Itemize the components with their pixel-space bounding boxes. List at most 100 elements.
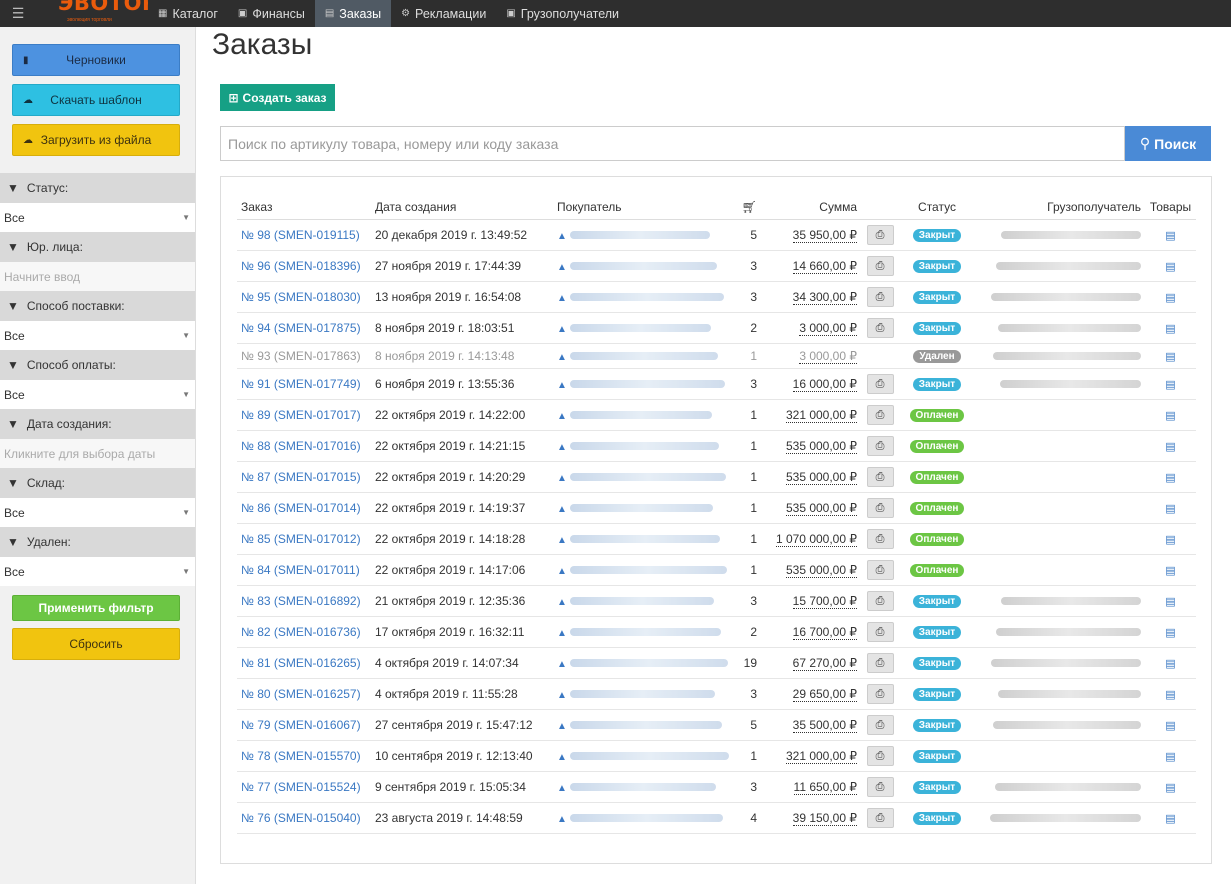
list-icon[interactable]: ▤ xyxy=(1165,230,1175,242)
nav-consignees[interactable]: ▣ Грузополучатели xyxy=(496,0,629,27)
print-button[interactable]: ⎙ xyxy=(866,317,894,338)
reset-filter-button[interactable]: Сбросить xyxy=(12,628,180,660)
list-icon[interactable]: ▤ xyxy=(1165,565,1175,577)
order-sum[interactable]: 14 660,00 ₽ xyxy=(792,258,857,274)
order-sum[interactable]: 321 000,00 ₽ xyxy=(785,748,857,764)
order-link[interactable]: № 83 (SMEN-016892) xyxy=(241,594,361,608)
order-sum[interactable]: 1 070 000,00 ₽ xyxy=(775,531,857,547)
col-order[interactable]: Заказ xyxy=(237,195,371,220)
print-button[interactable]: ⎙ xyxy=(866,528,894,549)
apply-filter-button[interactable]: Применить фильтр xyxy=(12,595,180,621)
list-icon[interactable]: ▤ xyxy=(1165,323,1175,335)
print-button[interactable]: ⎙ xyxy=(866,224,894,245)
order-sum[interactable]: 535 000,00 ₽ xyxy=(785,500,857,516)
print-button[interactable]: ⎙ xyxy=(866,621,894,642)
order-link[interactable]: № 89 (SMEN-017017) xyxy=(241,408,361,422)
list-icon[interactable]: ▤ xyxy=(1165,441,1175,453)
order-link[interactable]: № 78 (SMEN-015570) xyxy=(241,749,361,763)
order-link[interactable]: № 82 (SMEN-016736) xyxy=(241,625,361,639)
order-sum[interactable]: 34 300,00 ₽ xyxy=(792,289,857,305)
list-icon[interactable]: ▤ xyxy=(1165,472,1175,484)
order-link[interactable]: № 81 (SMEN-016265) xyxy=(241,656,361,670)
order-sum[interactable]: 11 650,00 ₽ xyxy=(793,779,857,795)
list-icon[interactable]: ▤ xyxy=(1165,689,1175,701)
print-button[interactable]: ⎙ xyxy=(866,807,894,828)
print-button[interactable]: ⎙ xyxy=(866,466,894,487)
nav-catalog[interactable]: ▦ Каталог xyxy=(148,0,228,27)
list-icon[interactable]: ▤ xyxy=(1165,813,1175,825)
col-sum[interactable]: Сумма xyxy=(761,195,861,220)
nav-finance[interactable]: ▣ Финансы xyxy=(228,0,315,27)
create-order-button[interactable]: ⊞ Создать заказ xyxy=(220,84,335,111)
list-icon[interactable]: ▤ xyxy=(1165,410,1175,422)
list-icon[interactable]: ▤ xyxy=(1165,658,1175,670)
order-sum[interactable]: 321 000,00 ₽ xyxy=(785,407,857,423)
order-link[interactable]: № 85 (SMEN-017012) xyxy=(241,532,361,546)
order-sum[interactable]: 39 150,00 ₽ xyxy=(792,810,857,826)
list-icon[interactable]: ▤ xyxy=(1165,503,1175,515)
print-button[interactable]: ⎙ xyxy=(866,373,894,394)
search-input[interactable] xyxy=(220,126,1125,161)
print-button[interactable]: ⎙ xyxy=(866,714,894,735)
col-consignee[interactable]: Грузополучатель xyxy=(975,195,1145,220)
filter-payment-select[interactable]: Все ▼ xyxy=(0,380,195,409)
list-icon[interactable]: ▤ xyxy=(1165,720,1175,732)
list-icon[interactable]: ▤ xyxy=(1165,261,1175,273)
download-template-button[interactable]: ☁ Скачать шаблон xyxy=(12,84,180,116)
list-icon[interactable]: ▤ xyxy=(1165,782,1175,794)
order-link[interactable]: № 93 (SMEN-017863) xyxy=(241,349,361,363)
col-goods[interactable]: Товары xyxy=(1145,195,1196,220)
order-sum[interactable]: 29 650,00 ₽ xyxy=(792,686,857,702)
list-icon[interactable]: ▤ xyxy=(1165,751,1175,763)
order-link[interactable]: № 84 (SMEN-017011) xyxy=(241,563,360,577)
list-icon[interactable]: ▤ xyxy=(1165,534,1175,546)
order-sum[interactable]: 67 270,00 ₽ xyxy=(792,655,857,671)
print-button[interactable]: ⎙ xyxy=(866,683,894,704)
print-button[interactable]: ⎙ xyxy=(866,652,894,673)
order-link[interactable]: № 95 (SMEN-018030) xyxy=(241,290,361,304)
list-icon[interactable]: ▤ xyxy=(1165,379,1175,391)
order-sum[interactable]: 35 950,00 ₽ xyxy=(792,227,857,243)
filter-legal-input[interactable]: Начните ввод xyxy=(0,262,195,291)
print-button[interactable]: ⎙ xyxy=(866,286,894,307)
order-sum[interactable]: 535 000,00 ₽ xyxy=(785,562,857,578)
filter-created-datepicker[interactable]: Кликните для выбора даты xyxy=(0,439,195,468)
filter-status-select[interactable]: Все ▼ xyxy=(0,203,195,232)
nav-orders[interactable]: ▤ Заказы xyxy=(314,0,392,27)
order-link[interactable]: № 87 (SMEN-017015) xyxy=(241,470,361,484)
order-sum[interactable]: 35 500,00 ₽ xyxy=(792,717,857,733)
order-link[interactable]: № 79 (SMEN-016067) xyxy=(241,718,361,732)
menu-toggle-icon[interactable]: ☰ xyxy=(0,0,36,27)
filter-delivery-select[interactable]: Все ▼ xyxy=(0,321,195,350)
print-button[interactable]: ⎙ xyxy=(866,776,894,797)
order-sum[interactable]: 3 000,00 ₽ xyxy=(799,348,857,364)
logo[interactable]: ЭВОТОР эволюция торговли xyxy=(36,0,148,27)
order-link[interactable]: № 96 (SMEN-018396) xyxy=(241,259,361,273)
order-link[interactable]: № 77 (SMEN-015524) xyxy=(241,780,361,794)
print-button[interactable]: ⎙ xyxy=(866,435,894,456)
print-button[interactable]: ⎙ xyxy=(866,404,894,425)
order-sum[interactable]: 3 000,00 ₽ xyxy=(799,320,857,336)
order-link[interactable]: № 98 (SMEN-019115) xyxy=(241,228,360,242)
order-link[interactable]: № 91 (SMEN-017749) xyxy=(241,377,361,391)
print-button[interactable]: ⎙ xyxy=(866,497,894,518)
col-qty[interactable]: 🛒︎ xyxy=(733,195,761,220)
order-link[interactable]: № 76 (SMEN-015040) xyxy=(241,811,361,825)
order-sum[interactable]: 16 000,00 ₽ xyxy=(792,376,857,392)
order-link[interactable]: № 80 (SMEN-016257) xyxy=(241,687,361,701)
drafts-button[interactable]: ▮ Черновики xyxy=(12,44,180,76)
filter-warehouse-select[interactable]: Все ▼ xyxy=(0,498,195,527)
order-link[interactable]: № 94 (SMEN-017875) xyxy=(241,321,361,335)
col-date[interactable]: Дата создания xyxy=(371,195,553,220)
col-buyer[interactable]: Покупатель xyxy=(553,195,733,220)
order-sum[interactable]: 535 000,00 ₽ xyxy=(785,438,857,454)
list-icon[interactable]: ▤ xyxy=(1165,292,1175,304)
order-link[interactable]: № 86 (SMEN-017014) xyxy=(241,501,361,515)
order-sum[interactable]: 16 700,00 ₽ xyxy=(792,624,857,640)
print-button[interactable]: ⎙ xyxy=(866,590,894,611)
print-button[interactable]: ⎙ xyxy=(866,255,894,276)
list-icon[interactable]: ▤ xyxy=(1165,351,1175,363)
order-sum[interactable]: 535 000,00 ₽ xyxy=(785,469,857,485)
filter-deleted-select[interactable]: Все ▼ xyxy=(0,557,195,586)
print-button[interactable]: ⎙ xyxy=(866,559,894,580)
